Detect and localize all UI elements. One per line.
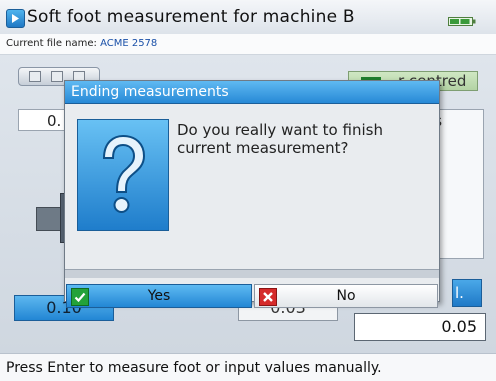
no-button-label: No (336, 288, 356, 304)
arrow-right-icon (6, 9, 25, 28)
dialog-title-bar: Ending measurements (65, 81, 439, 104)
toolbar-button-middle[interactable] (51, 71, 63, 82)
dialog-footer (65, 269, 439, 278)
dialog-title: Ending measurements (71, 84, 229, 100)
toolbar-button-left[interactable] (29, 71, 41, 82)
no-button[interactable]: No (254, 284, 438, 308)
file-name-caption: Current file name: (6, 38, 101, 49)
yes-button-label: Yes (147, 288, 171, 304)
dialog-message: Do you really want to finish current mea… (177, 121, 383, 157)
right-blue-button[interactable]: l. (452, 279, 482, 307)
foot-value-right-text: 0.05 (441, 317, 477, 336)
window-title: Soft foot measurement for machine B (27, 7, 355, 27)
ending-measurements-dialog: Ending measurements Do you really want t… (64, 80, 440, 302)
app-screen: Soft foot measurement for machine B Curr… (0, 0, 496, 381)
battery-icon (448, 12, 476, 26)
status-bar: Press Enter to measure foot or input val… (0, 353, 496, 381)
title-bar: Soft foot measurement for machine B (0, 0, 496, 35)
status-message: Press Enter to measure foot or input val… (6, 360, 382, 376)
yes-button[interactable]: Yes (66, 284, 252, 308)
question-mark-icon (77, 119, 169, 231)
foot-value-right[interactable]: 0.05 (354, 313, 486, 341)
file-name-value: ACME 2578 (100, 38, 158, 49)
file-name-label: Current file name: ACME 2578 (6, 38, 157, 49)
file-name-bar: Current file name: ACME 2578 (0, 34, 496, 55)
